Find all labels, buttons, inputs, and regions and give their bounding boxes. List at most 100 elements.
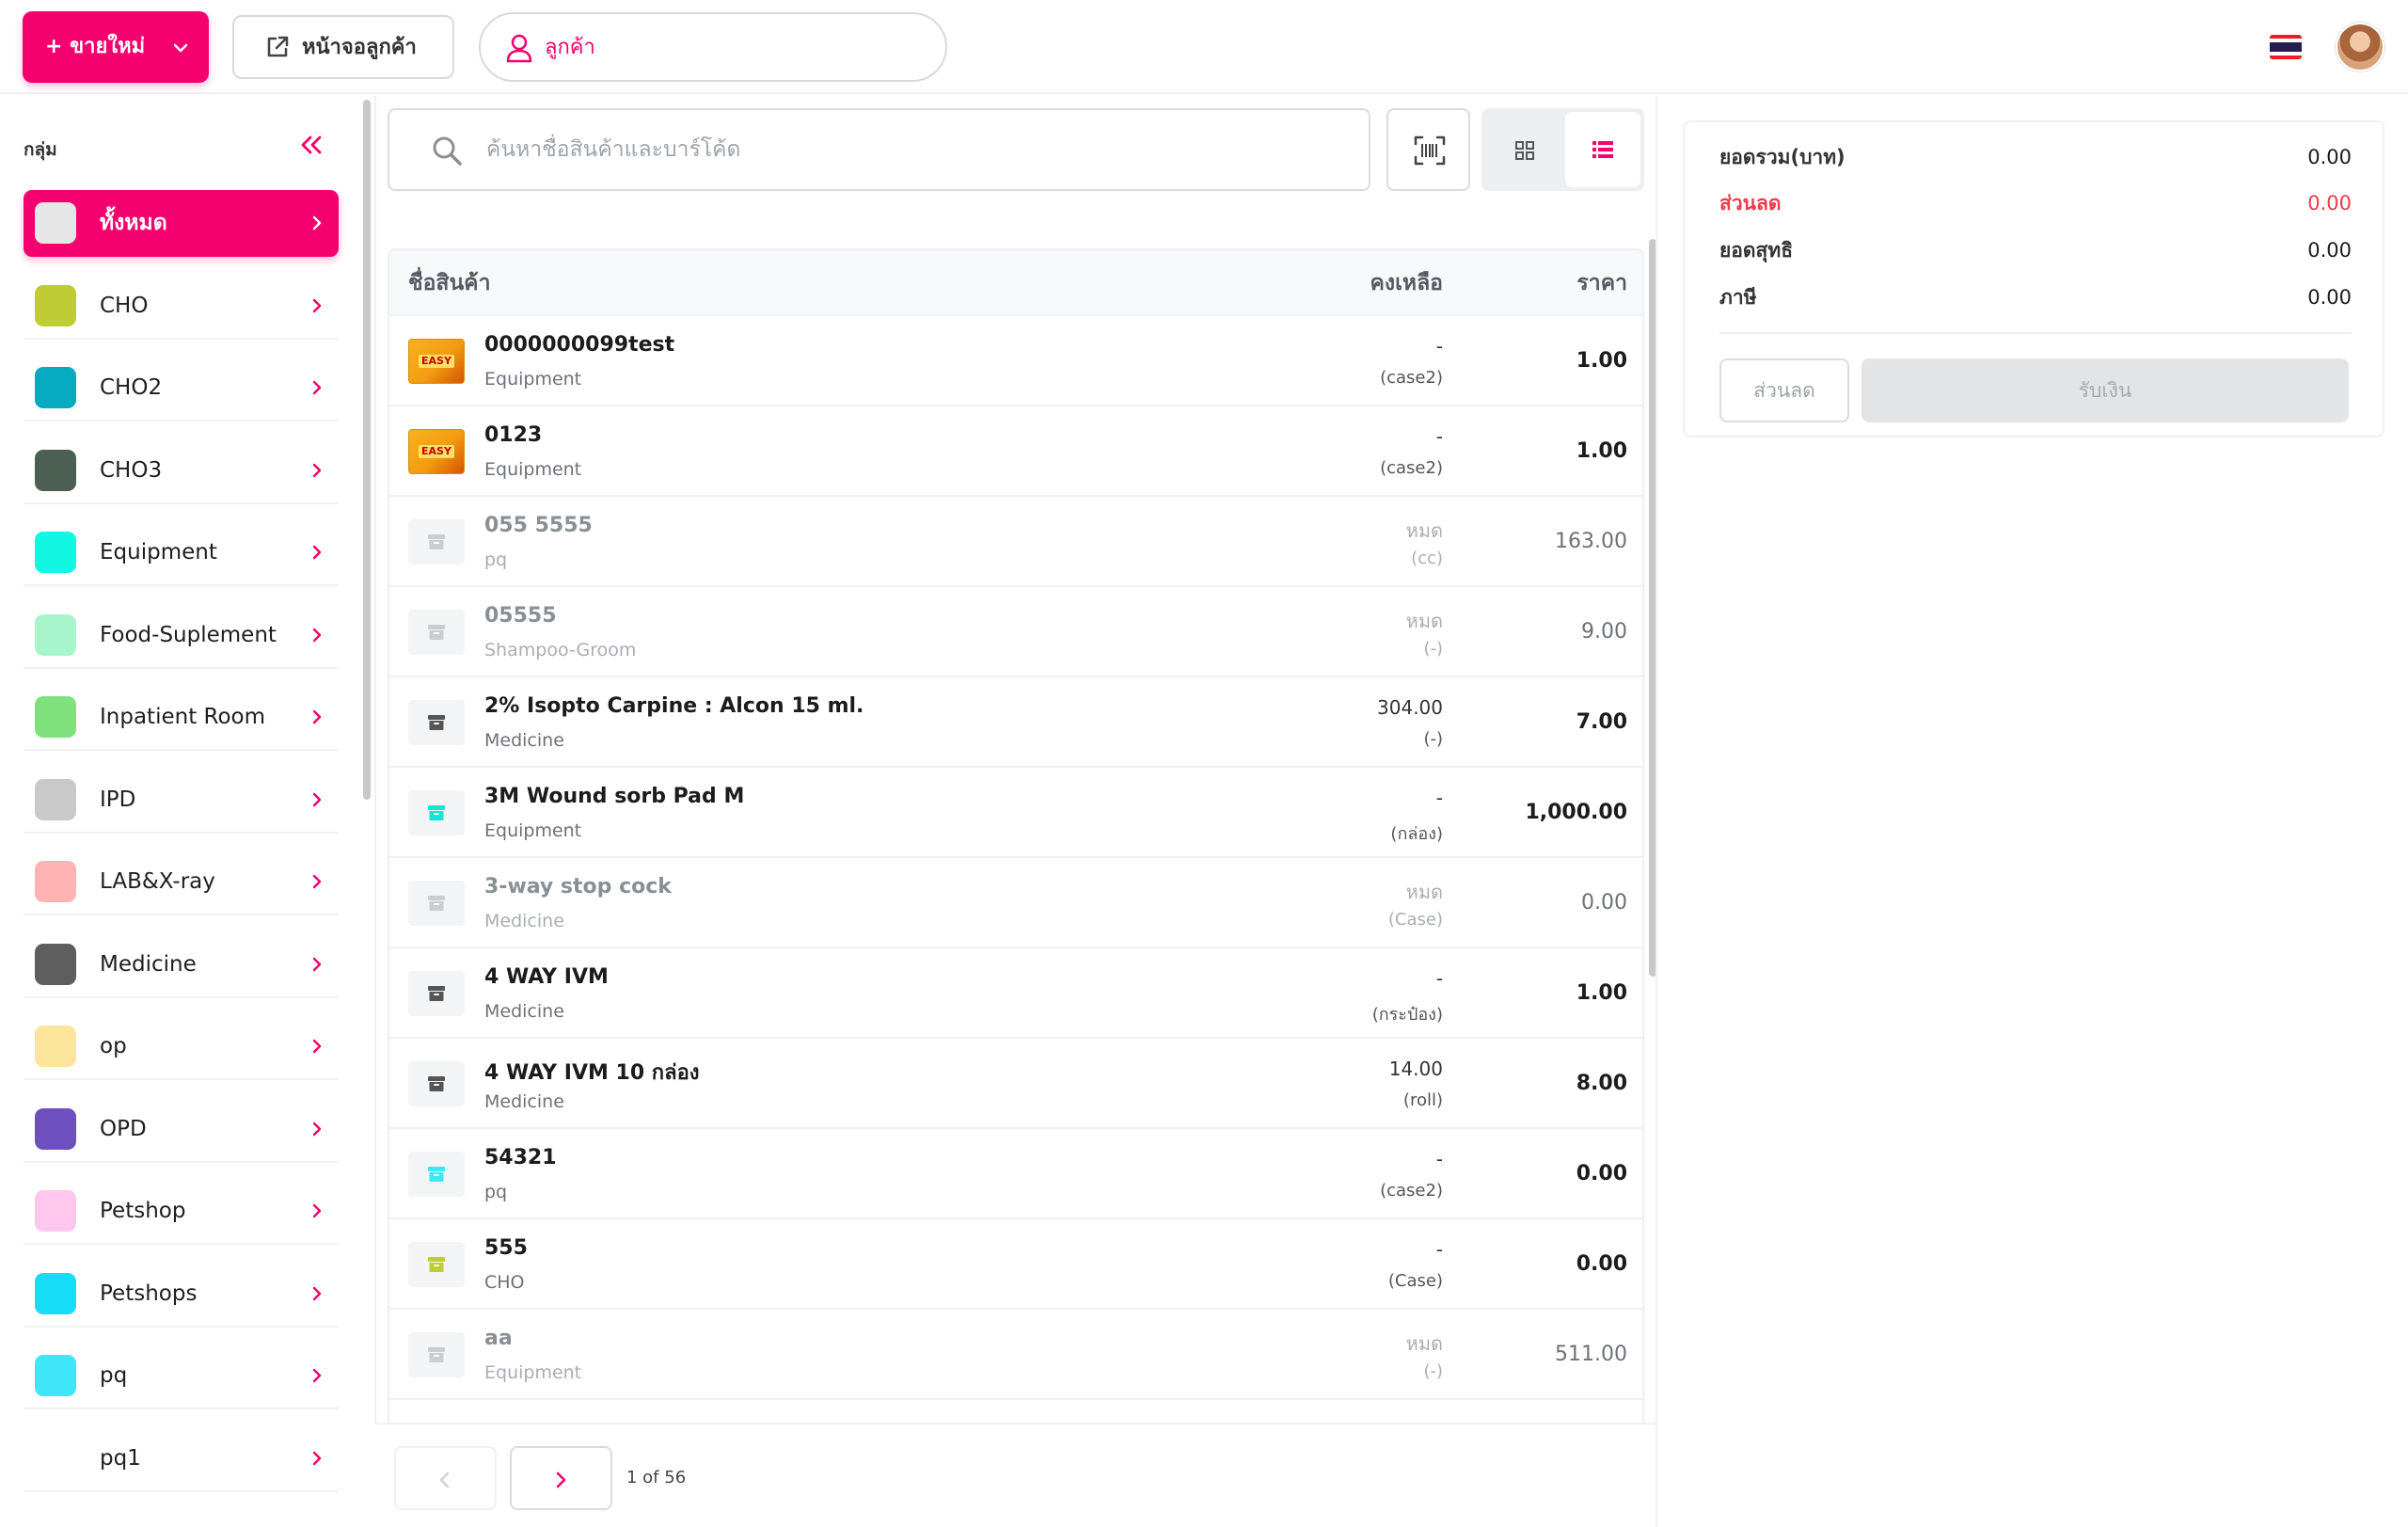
chevron-down-icon[interactable]: [173, 40, 188, 57]
sidebar-item-label: Petshops: [100, 1280, 198, 1306]
chevron-left-icon: [438, 1471, 452, 1493]
list-view-button[interactable]: [1565, 112, 1640, 187]
product-category: Medicine: [484, 911, 564, 931]
product-unit: (case2): [1380, 458, 1443, 478]
sidebar-item[interactable]: OPD: [24, 1096, 339, 1163]
sidebar-item[interactable]: ทั้งหมด: [24, 190, 339, 257]
category-color-swatch: [35, 943, 76, 985]
chevron-right-icon: [312, 1286, 322, 1305]
table-row[interactable]: 05555 Shampoo-Groom หมด (-) 9.00: [389, 587, 1642, 677]
product-unit: (-): [1423, 639, 1443, 659]
category-color-swatch: [35, 367, 76, 408]
product-category: pq: [484, 1182, 508, 1202]
category-color-swatch: [35, 1438, 76, 1479]
top-bar: + ขายใหม่ หน้าจอลูกค้า ลูกค้า: [0, 0, 2408, 94]
summary-tax: ภาษี 0.00: [1719, 274, 2352, 321]
net-label: ยอดสุทธิ: [1719, 239, 1794, 262]
sidebar-item[interactable]: pq1: [24, 1425, 339, 1492]
sidebar-item[interactable]: pq: [24, 1343, 339, 1409]
product-rows: EASY 0000000099test Equipment - (case2) 1.00 E…: [389, 316, 1642, 1400]
new-sale-button[interactable]: + ขายใหม่: [23, 11, 209, 83]
prev-page-button[interactable]: [394, 1446, 497, 1510]
sidebar-item[interactable]: LAB&X-ray: [24, 849, 339, 915]
collapse-sidebar-icon[interactable]: [299, 134, 324, 160]
product-category: Medicine: [484, 1091, 564, 1112]
sidebar-item[interactable]: Petshops: [24, 1261, 339, 1328]
product-stock: หมด: [1405, 519, 1443, 542]
grid-view-button[interactable]: [1485, 112, 1562, 187]
discount-button[interactable]: ส่วนลด: [1719, 358, 1849, 422]
product-name: 3-way stop cock: [484, 875, 672, 899]
product-unit: (cc): [1411, 549, 1443, 568]
sidebar-item-label: Medicine: [100, 951, 197, 977]
barcode-scan-button[interactable]: [1386, 108, 1470, 191]
table-row[interactable]: 055 5555 pq หมด (cc) 163.00: [389, 497, 1642, 587]
sidebar-item[interactable]: CHO3: [24, 437, 339, 504]
sidebar-item[interactable]: Food-Suplement: [24, 602, 339, 669]
table-row[interactable]: 4 WAY IVM Medicine - (กระป๋อง) 1.00: [389, 948, 1642, 1039]
sidebar-item[interactable]: Petshop: [24, 1178, 339, 1245]
table-row[interactable]: EASY 0123 Equipment - (case2) 1.00: [389, 406, 1642, 497]
table-row[interactable]: 555 CHO - (Case) 0.00: [389, 1219, 1642, 1310]
product-category: CHO: [484, 1272, 525, 1293]
table-row[interactable]: EASY 0000000099test Equipment - (case2) 1.00: [389, 316, 1642, 406]
product-category: Medicine: [484, 730, 564, 751]
sidebar-item-label: CHO: [100, 293, 149, 318]
table-row[interactable]: 3M Wound sorb Pad M Equipment - (กล่อง) 1,00…: [389, 768, 1642, 858]
column-header-stock[interactable]: คงเหลือ: [1370, 250, 1443, 316]
archive-box-icon: [408, 790, 465, 835]
sidebar-item[interactable]: Medicine: [24, 931, 339, 998]
sidebar-item[interactable]: Equipment: [24, 519, 339, 586]
pay-button[interactable]: รับเงิน: [1861, 358, 2349, 422]
customer-screen-label: หน้าจอลูกค้า: [302, 36, 417, 59]
archive-box-icon: [408, 610, 465, 655]
product-name: 0123: [484, 423, 543, 447]
customer-select[interactable]: ลูกค้า: [479, 12, 947, 82]
thai-flag-icon[interactable]: [2270, 35, 2302, 59]
chevron-right-icon: [312, 298, 322, 317]
table-row[interactable]: 2% Isopto Carpine : Alcon 15 ml. Medicine…: [389, 677, 1642, 768]
barcode-scan-icon: [1414, 135, 1446, 169]
column-header-price[interactable]: ราคา: [1576, 250, 1627, 316]
column-header-name[interactable]: ชื่อสินค้า: [408, 250, 491, 316]
chevron-right-icon: [554, 1471, 567, 1493]
category-color-swatch: [35, 1026, 76, 1067]
table-row[interactable]: 54321 pq - (case2) 0.00: [389, 1129, 1642, 1219]
product-search[interactable]: [388, 108, 1370, 191]
product-price: 1.00: [1576, 439, 1627, 463]
product-price: 511.00: [1555, 1343, 1627, 1366]
product-category: pq: [484, 549, 508, 570]
archive-box-icon: [408, 971, 465, 1016]
sidebar-item[interactable]: Inpatient Room: [24, 684, 339, 751]
chevron-right-icon: [312, 957, 322, 976]
summary-net: ยอดสุทธิ 0.00: [1719, 227, 2352, 274]
category-color-swatch: [35, 1272, 76, 1314]
sidebar-scrollbar[interactable]: [363, 100, 371, 800]
category-color-swatch: [35, 532, 76, 573]
sidebar-item[interactable]: CHO: [24, 273, 339, 340]
table-row[interactable]: 4 WAY IVM 10 กล่อง Medicine 14.00 (roll) 8.0…: [389, 1039, 1642, 1129]
category-color-swatch: [35, 861, 76, 902]
sidebar-item-label: CHO3: [100, 457, 163, 483]
view-toggle: [1481, 108, 1644, 191]
table-row[interactable]: 3-way stop cock Medicine หมด (Case) 0.00: [389, 858, 1642, 948]
category-color-swatch: [35, 202, 76, 244]
sidebar-item[interactable]: op: [24, 1013, 339, 1080]
table-row[interactable]: aa Equipment หมด (-) 511.00: [389, 1310, 1642, 1400]
order-summary: ยอดรวม(บาท) 0.00 ส่วนลด 0.00 ยอดสุทธิ 0.…: [1683, 120, 2384, 437]
customer-screen-button[interactable]: หน้าจอลูกค้า: [232, 15, 454, 79]
chevron-right-icon: [312, 215, 322, 234]
archive-box-icon: [408, 700, 465, 745]
avatar[interactable]: [2336, 23, 2384, 72]
search-input[interactable]: [486, 110, 1333, 189]
product-category: Equipment: [484, 1362, 582, 1383]
product-stock: หมด: [1405, 881, 1443, 903]
chevron-right-icon: [312, 792, 322, 811]
next-page-button[interactable]: [510, 1446, 612, 1510]
discount-label: ส่วนลด: [1719, 192, 1782, 215]
archive-box-icon: [408, 1061, 465, 1106]
sidebar-item[interactable]: CHO2: [24, 355, 339, 422]
sidebar-item[interactable]: IPD: [24, 767, 339, 834]
sidebar-item-label: LAB&X-ray: [100, 869, 215, 894]
product-stock: หมด: [1405, 610, 1443, 632]
